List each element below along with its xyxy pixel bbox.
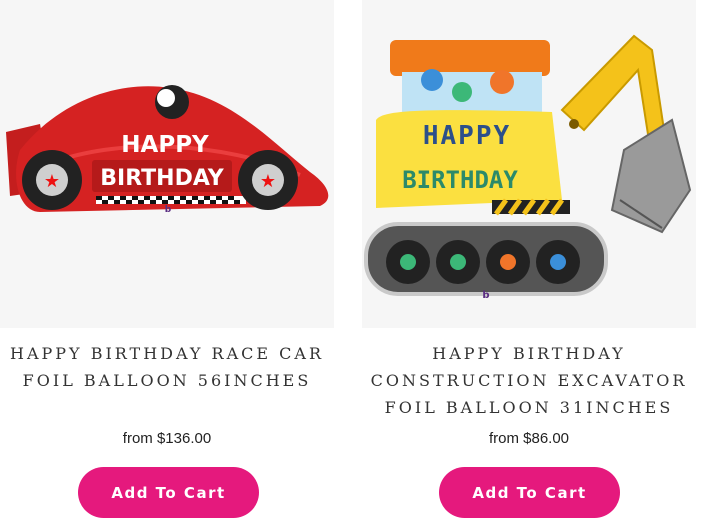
product-title-line[interactable]: FOIL BALLOON 56INCHES: [0, 367, 334, 394]
balloon-text-happy: HAPPY: [121, 132, 209, 158]
add-to-cart-button[interactable]: Add To Cart: [439, 467, 620, 518]
product-title[interactable]: HAPPY BIRTHDAY CONSTRUCTION EXCAVATOR FO…: [362, 340, 696, 421]
product-card-race-car: HAPPY BIRTHDAY ★ ★ b HAPPY BIRTHDAY RACE…: [0, 0, 334, 527]
svg-text:★: ★: [260, 171, 276, 192]
balloon-text-happy: HAPPY: [423, 121, 511, 151]
product-title-line[interactable]: CONSTRUCTION EXCAVATOR: [362, 367, 696, 394]
product-price: from $136.00: [122, 430, 212, 447]
product-card-excavator: HAPPY BIRTHDAY b HAPPY BIRTHDAY CONSTRUC…: [362, 0, 696, 527]
product-title-line[interactable]: FOIL BALLOON 31INCHES: [362, 394, 696, 421]
product-title-line[interactable]: HAPPY BIRTHDAY: [362, 340, 696, 367]
svg-text:★: ★: [44, 171, 60, 192]
race-car-balloon-graphic: HAPPY BIRTHDAY ★ ★ b: [6, 85, 329, 215]
balloon-text-birthday: BIRTHDAY: [100, 166, 225, 191]
balloon-text-birthday: BIRTHDAY: [402, 166, 518, 194]
excavator-balloon-image[interactable]: HAPPY BIRTHDAY b: [362, 0, 696, 328]
race-car-balloon-image[interactable]: HAPPY BIRTHDAY ★ ★ b: [0, 0, 334, 328]
product-title[interactable]: HAPPY BIRTHDAY RACE CAR FOIL BALLOON 56I…: [0, 340, 334, 394]
balloon-brand-logo: b: [482, 290, 489, 301]
balloon-brand-logo: b: [165, 205, 172, 215]
product-price: from $86.00: [488, 430, 570, 447]
add-to-cart-button[interactable]: Add To Cart: [78, 467, 259, 518]
excavator-balloon-graphic: HAPPY BIRTHDAY b: [364, 34, 692, 301]
product-title-line[interactable]: HAPPY BIRTHDAY RACE CAR: [0, 340, 334, 367]
